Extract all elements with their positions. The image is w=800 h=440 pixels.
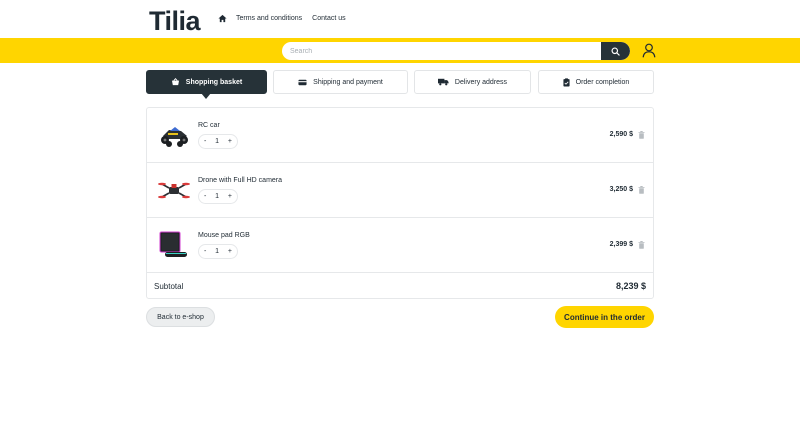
- logo[interactable]: Tilia: [149, 6, 201, 36]
- quantity-stepper: - 1 +: [198, 189, 238, 204]
- qty-value[interactable]: 1: [215, 248, 219, 255]
- subtotal-label: Subtotal: [154, 282, 184, 291]
- checkout-steps: Shopping basket Shipping and payment Del…: [146, 70, 654, 99]
- search-input[interactable]: [282, 42, 602, 60]
- card-icon: [298, 79, 307, 85]
- step-label: Shipping and payment: [313, 78, 383, 86]
- qty-plus-button[interactable]: +: [228, 248, 232, 255]
- basket-icon: [171, 78, 179, 86]
- item-name[interactable]: RC car: [198, 122, 220, 129]
- quantity-stepper: - 1 +: [198, 244, 238, 259]
- step-order-completion[interactable]: Order completion: [538, 70, 654, 94]
- qty-value[interactable]: 1: [215, 193, 219, 200]
- basket-item: Mouse pad RGB - 1 + 2,399 $: [147, 218, 653, 273]
- basket-item: RC car - 1 + 2,590 $: [147, 108, 653, 163]
- qty-minus-button[interactable]: -: [204, 138, 206, 145]
- trash-icon[interactable]: [638, 131, 645, 139]
- back-to-eshop-button[interactable]: Back to e-shop: [146, 307, 215, 327]
- step-shipping-payment[interactable]: Shipping and payment: [273, 70, 408, 94]
- home-icon[interactable]: [218, 14, 227, 23]
- mouse-pad-image: [159, 231, 187, 257]
- trash-icon[interactable]: [638, 241, 645, 249]
- item-price: 2,590 $: [609, 131, 633, 138]
- item-price: 3,250 $: [609, 186, 633, 193]
- search-button[interactable]: [601, 42, 630, 60]
- step-delivery-address[interactable]: Delivery address: [414, 70, 531, 94]
- continue-order-button[interactable]: Continue in the order: [555, 306, 654, 328]
- basket-item: Drone with Full HD camera - 1 + 3,250 $: [147, 163, 653, 218]
- subtotal-row: Subtotal 8,239 $: [147, 273, 653, 299]
- qty-minus-button[interactable]: -: [204, 193, 206, 200]
- drone-image: [158, 182, 190, 199]
- rc-car-image: [161, 127, 188, 147]
- search-icon: [611, 46, 620, 56]
- qty-value[interactable]: 1: [215, 138, 219, 145]
- quantity-stepper: - 1 +: [198, 134, 238, 149]
- user-icon[interactable]: [642, 43, 656, 58]
- nav-link-terms[interactable]: Terms and conditions: [236, 15, 302, 22]
- search-box: [282, 42, 630, 60]
- clipboard-icon: [563, 77, 570, 86]
- qty-plus-button[interactable]: +: [228, 138, 232, 145]
- top-nav: Terms and conditions Contact us: [218, 14, 356, 23]
- item-name[interactable]: Mouse pad RGB: [198, 232, 250, 239]
- subtotal-value: 8,239 $: [615, 281, 646, 291]
- step-label: Shopping basket: [185, 78, 243, 86]
- truck-icon: [437, 78, 449, 86]
- item-name[interactable]: Drone with Full HD camera: [198, 177, 282, 184]
- top-bar: Tilia Terms and conditions Contact us: [0, 0, 800, 38]
- qty-plus-button[interactable]: +: [228, 193, 232, 200]
- trash-icon[interactable]: [638, 186, 645, 194]
- step-label: Order completion: [575, 78, 630, 86]
- basket-list: RC car - 1 + 2,590 $ Drone with Full HD …: [146, 107, 654, 299]
- step-label: Delivery address: [454, 78, 508, 86]
- item-price: 2,399 $: [609, 241, 633, 248]
- nav-link-contact[interactable]: Contact us: [312, 15, 345, 22]
- qty-minus-button[interactable]: -: [204, 248, 206, 255]
- step-shopping-basket[interactable]: Shopping basket: [146, 70, 267, 99]
